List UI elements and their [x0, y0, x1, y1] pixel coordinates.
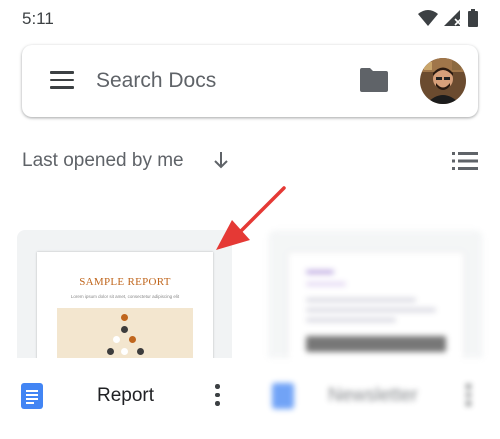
- thumbnail-title: SAMPLE REPORT: [79, 276, 171, 288]
- list-view-icon[interactable]: [452, 152, 478, 170]
- arrow-down-icon[interactable]: [212, 150, 230, 170]
- doc-name[interactable]: Report: [97, 385, 154, 407]
- signal-icon: [444, 10, 462, 26]
- menu-icon[interactable]: [50, 71, 74, 91]
- status-icons: [418, 9, 478, 27]
- thumbnail-subtitle: Lorem ipsum dolor sit amet, consectetur …: [70, 294, 180, 299]
- sort-label[interactable]: Last opened by me: [22, 150, 184, 172]
- doc-thumbnail[interactable]: [268, 230, 483, 358]
- status-bar: 5:11: [0, 0, 500, 36]
- search-bar[interactable]: [22, 45, 478, 117]
- docs-icon: [272, 383, 294, 409]
- status-time: 5:11: [22, 9, 54, 28]
- doc-thumbnail[interactable]: SAMPLE REPORT Lorem ipsum dolor sit amet…: [17, 230, 232, 358]
- thumbnail-image: [57, 308, 193, 358]
- folder-icon[interactable]: [359, 67, 389, 93]
- thumbnail-page: SAMPLE REPORT Lorem ipsum dolor sit amet…: [37, 252, 213, 358]
- battery-icon: [468, 9, 478, 27]
- doc-card-newsletter[interactable]: Newsletter: [268, 230, 483, 430]
- wifi-icon: [418, 10, 438, 26]
- search-input[interactable]: [96, 65, 346, 97]
- sort-row: Last opened by me: [22, 148, 480, 176]
- doc-name[interactable]: Newsletter: [328, 385, 418, 407]
- doc-footer: Newsletter: [268, 380, 483, 412]
- thumbnail-page: [288, 252, 464, 358]
- avatar[interactable]: [420, 58, 466, 104]
- doc-footer: Report: [17, 380, 232, 412]
- docs-icon: [21, 383, 43, 409]
- more-options-icon[interactable]: [215, 384, 221, 408]
- more-options-icon[interactable]: [466, 384, 472, 408]
- doc-card-report[interactable]: SAMPLE REPORT Lorem ipsum dolor sit amet…: [17, 230, 232, 430]
